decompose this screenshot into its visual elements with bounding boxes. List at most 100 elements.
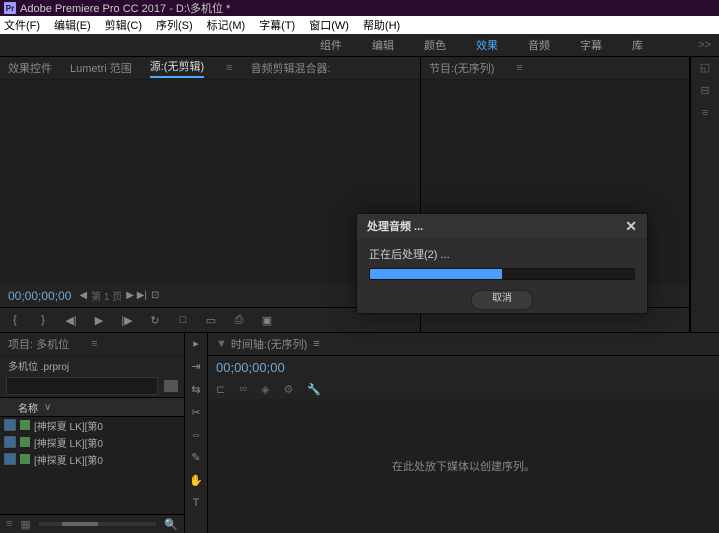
util-sliders-icon[interactable]: ≡ — [702, 107, 708, 119]
menu-window[interactable]: 窗口(W) — [309, 17, 349, 33]
dialog-title: 处理音频 ... — [367, 218, 423, 234]
progress-fill — [370, 269, 502, 279]
ws-editing[interactable]: 编辑 — [372, 37, 394, 53]
link-icon[interactable]: ∞ — [239, 383, 247, 395]
marker-tool-icon[interactable]: ◈ — [261, 383, 269, 396]
list-item[interactable]: [神探夏 LK][第0 — [0, 434, 184, 451]
nav-next-icon[interactable]: ▶ ▶| — [126, 290, 147, 301]
track-select-tool-icon[interactable]: ⇥ — [191, 360, 200, 373]
ws-captions[interactable]: 字幕 — [580, 37, 602, 53]
razor-tool-icon[interactable]: ✂ — [191, 406, 200, 419]
ws-assembly[interactable]: 组件 — [320, 37, 342, 53]
timeline-empty-text: 在此处放下媒体以创建序列。 — [392, 458, 535, 474]
clip-icon — [20, 420, 30, 430]
program-util-icons: ◱ ⊟ ≡ — [690, 57, 719, 332]
pen-tool-icon[interactable]: ✎ — [191, 451, 200, 464]
loop-icon[interactable]: ↻ — [148, 313, 162, 327]
slip-tool-icon[interactable]: ⇔ — [191, 429, 202, 441]
timeline-timecode[interactable]: 00;00;00;00 — [208, 356, 719, 379]
util-timecode-icon[interactable]: ◱ — [700, 61, 710, 74]
overwrite-icon[interactable]: ▭ — [204, 313, 218, 327]
project-name-header[interactable]: 名称 ∨ — [0, 397, 184, 417]
menu-file[interactable]: 文件(F) — [4, 17, 40, 33]
util-markers-icon[interactable]: ⊟ — [700, 84, 709, 97]
ws-effects[interactable]: 效果 — [476, 37, 498, 53]
app-icon: Pr — [4, 2, 16, 14]
set-in-icon[interactable]: { — [8, 313, 22, 327]
name-header-label: 名称 — [18, 400, 38, 415]
processing-audio-dialog: 处理音频 ... ✕ 正在后处理(2) ... 取消 — [356, 213, 648, 314]
nav-prev-icon[interactable]: ◀ — [79, 290, 87, 301]
list-item[interactable]: [神探夏 LK][第0 — [0, 417, 184, 434]
timeline-drop-area[interactable]: 在此处放下媒体以创建序列。 — [208, 399, 719, 533]
new-bin-icon[interactable] — [164, 380, 178, 392]
insert-icon[interactable]: □ — [176, 313, 190, 327]
program-menu-icon[interactable]: ≡ — [516, 62, 522, 74]
cancel-button[interactable]: 取消 — [471, 290, 533, 310]
tab-audio-mixer[interactable]: 音频剪辑混合器: — [251, 60, 331, 76]
menu-marker[interactable]: 标记(M) — [207, 17, 246, 33]
item-label: [神探夏 LK][第0 — [34, 418, 103, 433]
camera-icon[interactable]: ▣ — [260, 313, 274, 327]
type-tool-icon[interactable]: T — [193, 497, 200, 509]
ws-libraries[interactable]: 库 — [632, 37, 643, 53]
tab-project[interactable]: 项目: 多机位 — [8, 336, 69, 352]
close-icon[interactable]: ✕ — [625, 218, 637, 235]
ws-color[interactable]: 颜色 — [424, 37, 446, 53]
thumb-size-slider[interactable] — [39, 522, 156, 526]
tab-lumetri[interactable]: Lumetri 范围 — [70, 60, 132, 76]
timeline-menu-icon[interactable]: ≡ — [313, 338, 319, 350]
nav-fit-icon[interactable]: ⊡ — [151, 290, 159, 301]
panel-menu-icon[interactable]: ≡ — [226, 62, 232, 74]
source-panel-tabs: 效果控件 Lumetri 范围 源:(无剪辑) ≡ 音频剪辑混合器: — [0, 57, 420, 80]
icon-view-icon[interactable]: ▦ — [20, 518, 30, 531]
step-fwd-icon[interactable]: |▶ — [120, 313, 134, 327]
program-panel-tabs: 节目:(无序列) ≡ — [421, 57, 689, 80]
ws-audio[interactable]: 音频 — [528, 37, 550, 53]
clip-icon — [20, 437, 30, 447]
step-back-icon[interactable]: ◀| — [64, 313, 78, 327]
project-search-input[interactable] — [6, 377, 158, 395]
menu-clip[interactable]: 剪辑(C) — [105, 17, 142, 33]
ripple-tool-icon[interactable]: ⇆ — [191, 383, 200, 396]
timeline-tools: ⊏ ∞ ◈ ⚙ 🔧 — [208, 379, 719, 399]
clip-icon — [20, 454, 30, 464]
menu-help[interactable]: 帮助(H) — [363, 17, 400, 33]
timeline-panel: ▼ 时间轴:(无序列) ≡ 00;00;00;00 ⊏ ∞ ◈ ⚙ 🔧 在此处放… — [208, 333, 719, 533]
menu-title[interactable]: 字幕(T) — [259, 17, 295, 33]
item-check-icon[interactable] — [4, 419, 16, 431]
list-item[interactable]: [神探夏 LK][第0 — [0, 451, 184, 468]
export-frame-icon[interactable]: ⎙ — [232, 313, 246, 327]
item-check-icon[interactable] — [4, 436, 16, 448]
menu-sequence[interactable]: 序列(S) — [156, 17, 193, 33]
menu-edit[interactable]: 编辑(E) — [54, 17, 91, 33]
list-view-icon[interactable]: ≡ — [6, 518, 12, 530]
nav-page: 第 1 页 — [91, 288, 122, 303]
set-out-icon[interactable]: } — [36, 313, 50, 327]
source-timecode[interactable]: 00;00;00;00 — [8, 289, 71, 303]
workspace-tabs: 组件 编辑 颜色 效果 音频 字幕 库 >> — [0, 34, 719, 57]
project-footer: ≡ ▦ 🔍 — [0, 514, 184, 533]
snap-icon[interactable]: ⊏ — [216, 383, 225, 396]
item-check-icon[interactable] — [4, 453, 16, 465]
settings-icon[interactable]: ⚙ — [284, 383, 294, 396]
tab-timeline[interactable]: 时间轴:(无序列) — [231, 336, 307, 352]
project-panel: 项目: 多机位 ≡ 多机位 .prproj 名称 ∨ [神探夏 LK][第0 [… — [0, 333, 185, 533]
tab-program[interactable]: 节目:(无序列) — [429, 60, 494, 76]
search-icon[interactable]: 🔍 — [164, 518, 178, 531]
tab-effect-controls[interactable]: 效果控件 — [8, 60, 52, 76]
wrench-icon[interactable]: 🔧 — [307, 383, 321, 396]
dialog-status-text: 正在后处理(2) ... — [369, 246, 635, 262]
hand-tool-icon[interactable]: ✋ — [189, 474, 203, 487]
project-menu-icon[interactable]: ≡ — [91, 338, 97, 350]
project-list: [神探夏 LK][第0 [神探夏 LK][第0 [神探夏 LK][第0 — [0, 417, 184, 514]
titlebar: Pr Adobe Premiere Pro CC 2017 - D:\多机位 * — [0, 0, 719, 16]
window-title: Adobe Premiere Pro CC 2017 - D:\多机位 * — [20, 0, 230, 16]
sort-icon[interactable]: ∨ — [44, 402, 51, 413]
item-label: [神探夏 LK][第0 — [34, 452, 103, 467]
tab-source[interactable]: 源:(无剪辑) — [150, 58, 204, 78]
ws-overflow-icon[interactable]: >> — [698, 39, 711, 51]
selection-tool-icon[interactable]: ▸ — [193, 337, 199, 350]
menubar: 文件(F) 编辑(E) 剪辑(C) 序列(S) 标记(M) 字幕(T) 窗口(W… — [0, 16, 719, 34]
play-icon[interactable]: ▶ — [92, 313, 106, 327]
